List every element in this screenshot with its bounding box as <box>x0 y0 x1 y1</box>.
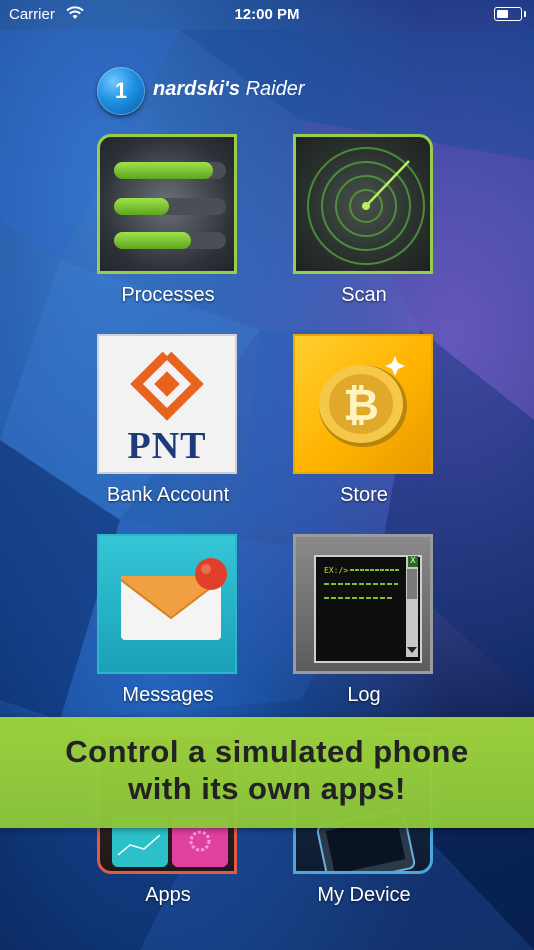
svg-text:₿: ₿ <box>343 381 379 430</box>
player-level-badge: 1 <box>97 67 145 115</box>
store-label: Store <box>340 484 388 506</box>
log-tile[interactable]: EX:/> X <box>293 534 433 674</box>
process-bar <box>114 232 226 249</box>
store-tile[interactable]: ₿ <box>293 334 433 474</box>
messages-label: Messages <box>122 684 214 706</box>
radar-icon <box>307 147 425 265</box>
scan-label: Scan <box>341 284 387 306</box>
bank-account-tile[interactable]: PNT <box>97 334 237 474</box>
notification-badge <box>195 558 227 590</box>
messages-tile[interactable] <box>97 534 237 674</box>
status-bar: Carrier 12:00 PM <box>0 0 534 30</box>
process-bar <box>114 162 226 179</box>
app-title: nardski's Raider <box>153 78 305 101</box>
banner-line-1: Control a simulated phone <box>65 734 469 769</box>
log-label: Log <box>347 684 381 706</box>
title-bold: nardski's <box>153 78 241 100</box>
banner-line-2: with its own apps! <box>128 771 406 806</box>
apps-label: Apps <box>145 884 191 906</box>
envelope-icon <box>120 558 227 640</box>
bitcoin-icon: ₿ <box>319 356 407 447</box>
promo-banner: Control a simulated phone with its own a… <box>0 717 534 828</box>
terminal-lines <box>324 557 418 657</box>
pnt-logo-text: PNT <box>127 425 207 467</box>
scan-tile[interactable] <box>293 134 433 274</box>
close-icon: X <box>408 556 418 567</box>
title-rest: Raider <box>245 78 305 100</box>
processes-tile[interactable] <box>97 134 237 274</box>
process-bar <box>114 198 226 215</box>
bank-account-label: Bank Account <box>106 484 230 506</box>
my-device-label: My Device <box>317 884 411 906</box>
battery-icon <box>494 7 526 21</box>
pnt-logo-icon <box>130 344 204 421</box>
processes-label: Processes <box>121 284 215 306</box>
terminal-icon: EX:/> X <box>314 555 422 663</box>
clock: 12:00 PM <box>234 6 300 23</box>
